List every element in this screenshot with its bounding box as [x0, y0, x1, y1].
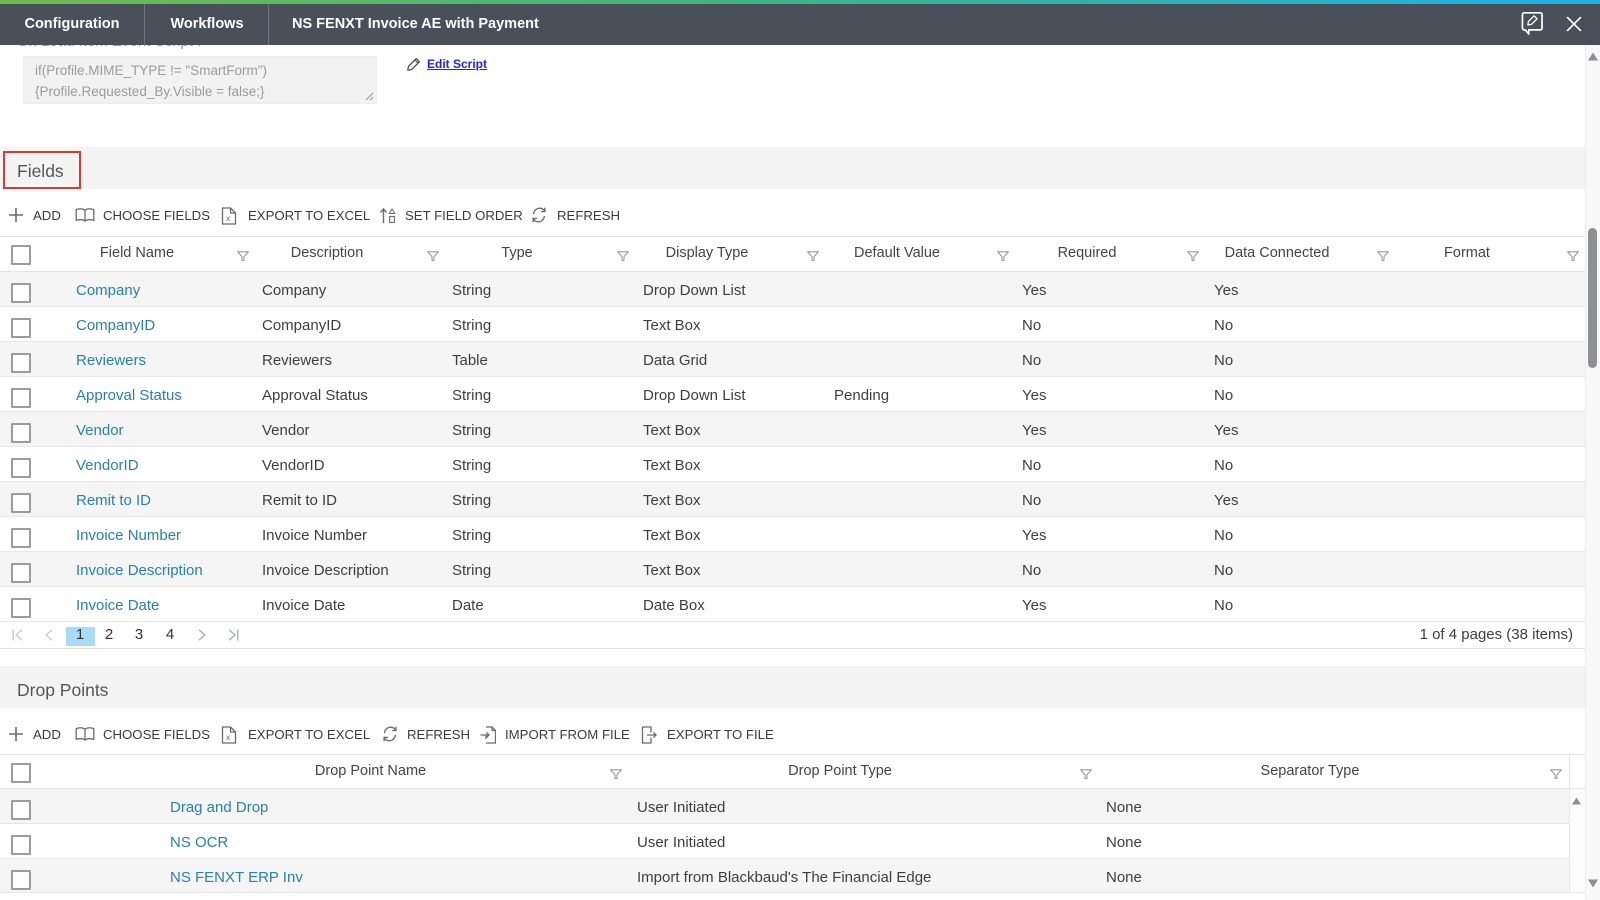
svg-text:x: x	[226, 213, 231, 223]
svg-text:x: x	[226, 732, 231, 742]
